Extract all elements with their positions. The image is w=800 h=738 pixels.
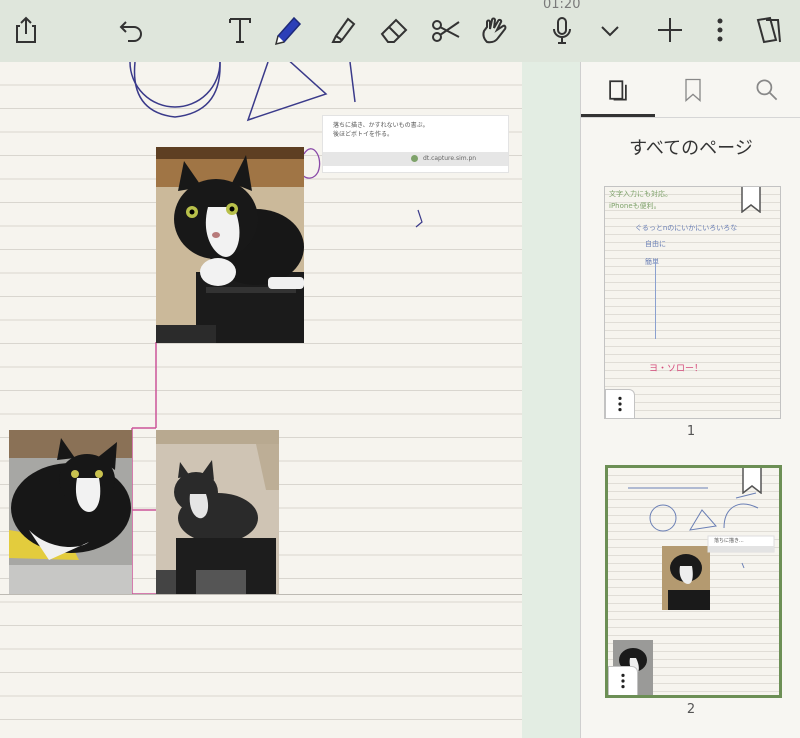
- hand-tool-icon: [482, 17, 507, 44]
- snippet-line-2: 後ほどボトイを作る。: [333, 131, 394, 138]
- search-icon: [756, 79, 778, 101]
- undo-icon: [119, 21, 142, 42]
- undo-button[interactable]: [112, 10, 152, 50]
- more-vertical-icon: [618, 396, 622, 412]
- tab-pages[interactable]: [598, 72, 638, 108]
- snippet-bar-label: dt.capture.sim.pn: [423, 155, 477, 162]
- cat-photo-2-image: [9, 430, 132, 594]
- page-number-2: 2: [686, 702, 696, 717]
- thumb1-line1: 文字入力にも対応。: [609, 190, 672, 198]
- page-1-menu-button[interactable]: [605, 389, 635, 418]
- thumb1-note: ぐるっとnのにいかにいろいろな: [635, 224, 738, 232]
- highlighter-tool-icon: [331, 17, 356, 43]
- toolbar: 01:20: [0, 0, 800, 63]
- page-thumbnail-1[interactable]: 文字入力にも対応。 iPhoneも便利。 ぐるっとnのにいかにいろいろな 自由に…: [604, 186, 781, 419]
- page-number-1: 1: [686, 424, 696, 439]
- snippet-line-1: 落ちに描き、かすれないもの書ぶ。: [333, 122, 429, 129]
- panel-gutter: [522, 62, 580, 738]
- hand-tool-button[interactable]: [474, 10, 514, 50]
- thumb1-line2: iPhoneも便利。: [609, 202, 661, 210]
- mic-menu-button[interactable]: [590, 10, 630, 50]
- text-tool-icon: [229, 18, 251, 43]
- share-button[interactable]: [6, 10, 46, 50]
- bookmark-tab-icon: [685, 78, 701, 102]
- page-list-panel: すべてのページ 文字入力にも対応。 iPhoneも便利。 ぐるっとnのにいかにい…: [580, 62, 800, 738]
- more-vertical-icon: [717, 18, 723, 42]
- plus-icon: [658, 18, 682, 42]
- pen-tool-icon: [274, 16, 302, 46]
- eraser-tool-icon: [380, 18, 408, 43]
- tab-search[interactable]: [747, 72, 787, 108]
- tab-bookmarks[interactable]: [673, 72, 713, 108]
- scissors-tool-button[interactable]: [426, 10, 466, 50]
- bookmark-icon[interactable]: [742, 468, 762, 494]
- chevron-down-icon: [601, 26, 619, 37]
- page-break: [0, 594, 522, 738]
- snippet-dot: [411, 155, 418, 162]
- note-canvas[interactable]: 落ちに描き、かすれないもの書ぶ。 後ほどボトイを作る。 dt.capture.s…: [0, 62, 522, 738]
- thumb1-label-a: 自由に: [645, 240, 666, 248]
- microphone-icon: [553, 17, 571, 44]
- scissors-tool-icon: [432, 20, 460, 42]
- thumb1-label-b: 簡単: [645, 258, 659, 266]
- add-button[interactable]: [650, 10, 690, 50]
- panel-tabs: [581, 62, 800, 118]
- highlighter-tool-button[interactable]: [322, 10, 362, 50]
- thumb1-line: [655, 259, 656, 339]
- eraser-tool-button[interactable]: [374, 10, 414, 50]
- thumb1-bottom: ヨ・ソロー！: [649, 364, 704, 374]
- page-thumbnail-2[interactable]: 落ちに描き...: [605, 465, 782, 698]
- thumb2-snippet: 落ちに描き...: [714, 538, 744, 544]
- pages-button[interactable]: [748, 10, 788, 50]
- share-icon: [16, 16, 36, 43]
- screenshot-snippet[interactable]: 落ちに描き、かすれないもの書ぶ。 後ほどボトイを作る。 dt.capture.s…: [322, 115, 509, 173]
- panel-title: すべてのページ: [629, 138, 753, 159]
- active-tab-indicator: [581, 114, 655, 117]
- cat-photo-3-image: [156, 430, 279, 594]
- pen-tool-button[interactable]: [268, 10, 308, 50]
- page-2-menu-button[interactable]: [608, 666, 638, 695]
- cat-photo-1-image: [156, 147, 304, 343]
- snippet-toolbar: dt.capture.sim.pn: [323, 152, 508, 166]
- pages-icon: [756, 16, 781, 44]
- cat-photo-1[interactable]: [156, 147, 304, 343]
- microphone-button[interactable]: [542, 10, 582, 50]
- pages-tab-icon: [609, 80, 627, 101]
- cat-photo-3[interactable]: [156, 430, 279, 594]
- cat-photo-2[interactable]: [9, 430, 132, 594]
- bookmark-icon[interactable]: [741, 187, 761, 213]
- more-button[interactable]: [700, 10, 740, 50]
- thumb2-drawing: [613, 487, 775, 695]
- more-vertical-icon: [621, 673, 625, 689]
- text-tool-button[interactable]: [220, 10, 260, 50]
